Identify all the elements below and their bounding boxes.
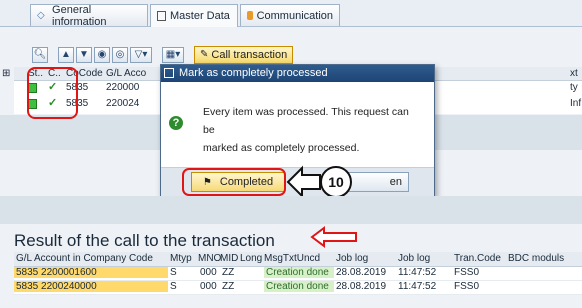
cell-mno: 000 — [200, 281, 217, 292]
sort-ascending-icon[interactable]: ▲ — [58, 47, 74, 63]
tab-label: General information — [52, 3, 107, 28]
tab-label: Communication — [256, 9, 333, 22]
cell-mno: 000 — [200, 267, 217, 278]
details-icon[interactable]: 🔍︎ — [32, 47, 48, 63]
find-next-icon[interactable]: ◎ — [112, 47, 128, 63]
cell-tcode: FSS0 — [454, 281, 480, 292]
col-gl-account[interactable]: G/L Acco — [106, 68, 146, 79]
cell-mtyp: S — [170, 267, 177, 278]
dialog-message-line2: marked as completely processed. — [203, 142, 360, 154]
col-mtyp[interactable]: Mtyp — [170, 253, 192, 264]
dialog-title-bar[interactable]: Mark as completely processed — [161, 65, 434, 82]
col-text[interactable]: xt — [570, 68, 578, 79]
table-row[interactable]: 5835 2200001600 S 000 ZZ Creation done 2… — [14, 267, 582, 281]
step-number: 10 — [328, 174, 344, 190]
tab-master-data[interactable]: Master Data — [150, 4, 238, 27]
cell-time: 11:47:52 — [398, 267, 437, 278]
result-title: Result of the call to the transaction — [14, 231, 275, 250]
col-long[interactable]: Long — [240, 253, 262, 264]
filter-icon[interactable]: ▽▾ — [130, 47, 152, 63]
tab-general-information[interactable]: ◇ General information — [30, 3, 148, 28]
cell-text: Inf — [570, 98, 582, 109]
result-grid-header: G/L Account in Company Code Mtyp MNO MID… — [14, 252, 582, 267]
status-highlight-box — [27, 67, 78, 119]
col-joblog-date[interactable]: Job log — [336, 253, 368, 264]
edit-icon: ✎ — [200, 49, 209, 60]
question-icon: ? — [169, 116, 183, 130]
cell-gl: 220024 — [106, 98, 140, 109]
cell-date: 28.08.2019 — [336, 281, 387, 292]
tab-label: Master Data — [170, 10, 230, 22]
col-mid[interactable]: MID — [220, 253, 238, 264]
grid-menu-icon[interactable]: ⊞ — [2, 68, 10, 79]
find-icon[interactable]: ◉ — [94, 47, 110, 63]
cell-gl: 220000 — [106, 82, 140, 93]
cell-gl: 5835 2200240000 — [14, 281, 168, 292]
table-row[interactable]: 5835 2200240000 S 000 ZZ Creation done 2… — [14, 281, 582, 295]
cell-msgtxt: Creation done — [264, 267, 334, 278]
completed-highlight-box — [182, 168, 286, 196]
cell-mid: ZZ — [222, 281, 235, 292]
cell-mid: ZZ — [222, 267, 235, 278]
dialog-title: Mark as completely processed — [179, 67, 328, 79]
col-msgtxt[interactable]: MsgTxtUncd — [264, 253, 320, 264]
cancel-label: en — [389, 176, 402, 188]
dialog-message: Every item was processed. This request c… — [203, 103, 413, 157]
col-mno[interactable]: MNO — [198, 253, 221, 264]
col-bdc[interactable]: BDC moduls — [508, 253, 564, 264]
cell-msgtxt: Creation done — [264, 281, 334, 292]
call-transaction-button[interactable]: ✎ Call transaction — [194, 46, 294, 64]
col-gl-account[interactable]: G/L Account in Company Code — [16, 253, 153, 264]
cell-text: ty — [570, 82, 578, 93]
diamond-icon: ◇ — [37, 9, 45, 21]
result-arrow-icon — [310, 226, 357, 248]
tab-communication[interactable]: Communication — [240, 4, 340, 26]
dialog-message-line1: Every item was processed. This request c… — [203, 106, 409, 136]
layout-icon[interactable]: ▦▾ — [162, 47, 184, 63]
cell-time: 11:47:52 — [398, 281, 437, 292]
grid-toolbar: 🔍︎ ▲ ▼ ◉ ◎ ▽▾ ▦▾ ✎ Call transaction — [32, 45, 294, 65]
cell-mtyp: S — [170, 281, 177, 292]
communication-icon — [247, 11, 253, 20]
call-transaction-label: Call transaction — [211, 49, 288, 61]
cell-date: 28.08.2019 — [336, 267, 387, 278]
separator-area — [0, 196, 582, 224]
list-icon — [157, 11, 166, 21]
cell-gl: 5835 2200001600 — [14, 267, 168, 278]
sort-descending-icon[interactable]: ▼ — [76, 47, 92, 63]
cell-tcode: FSS0 — [454, 267, 480, 278]
callout-arrow-icon — [286, 165, 321, 199]
col-tcode[interactable]: Tran.Code — [454, 253, 501, 264]
col-joblog-time[interactable]: Job log — [398, 253, 430, 264]
window-icon — [164, 68, 174, 78]
